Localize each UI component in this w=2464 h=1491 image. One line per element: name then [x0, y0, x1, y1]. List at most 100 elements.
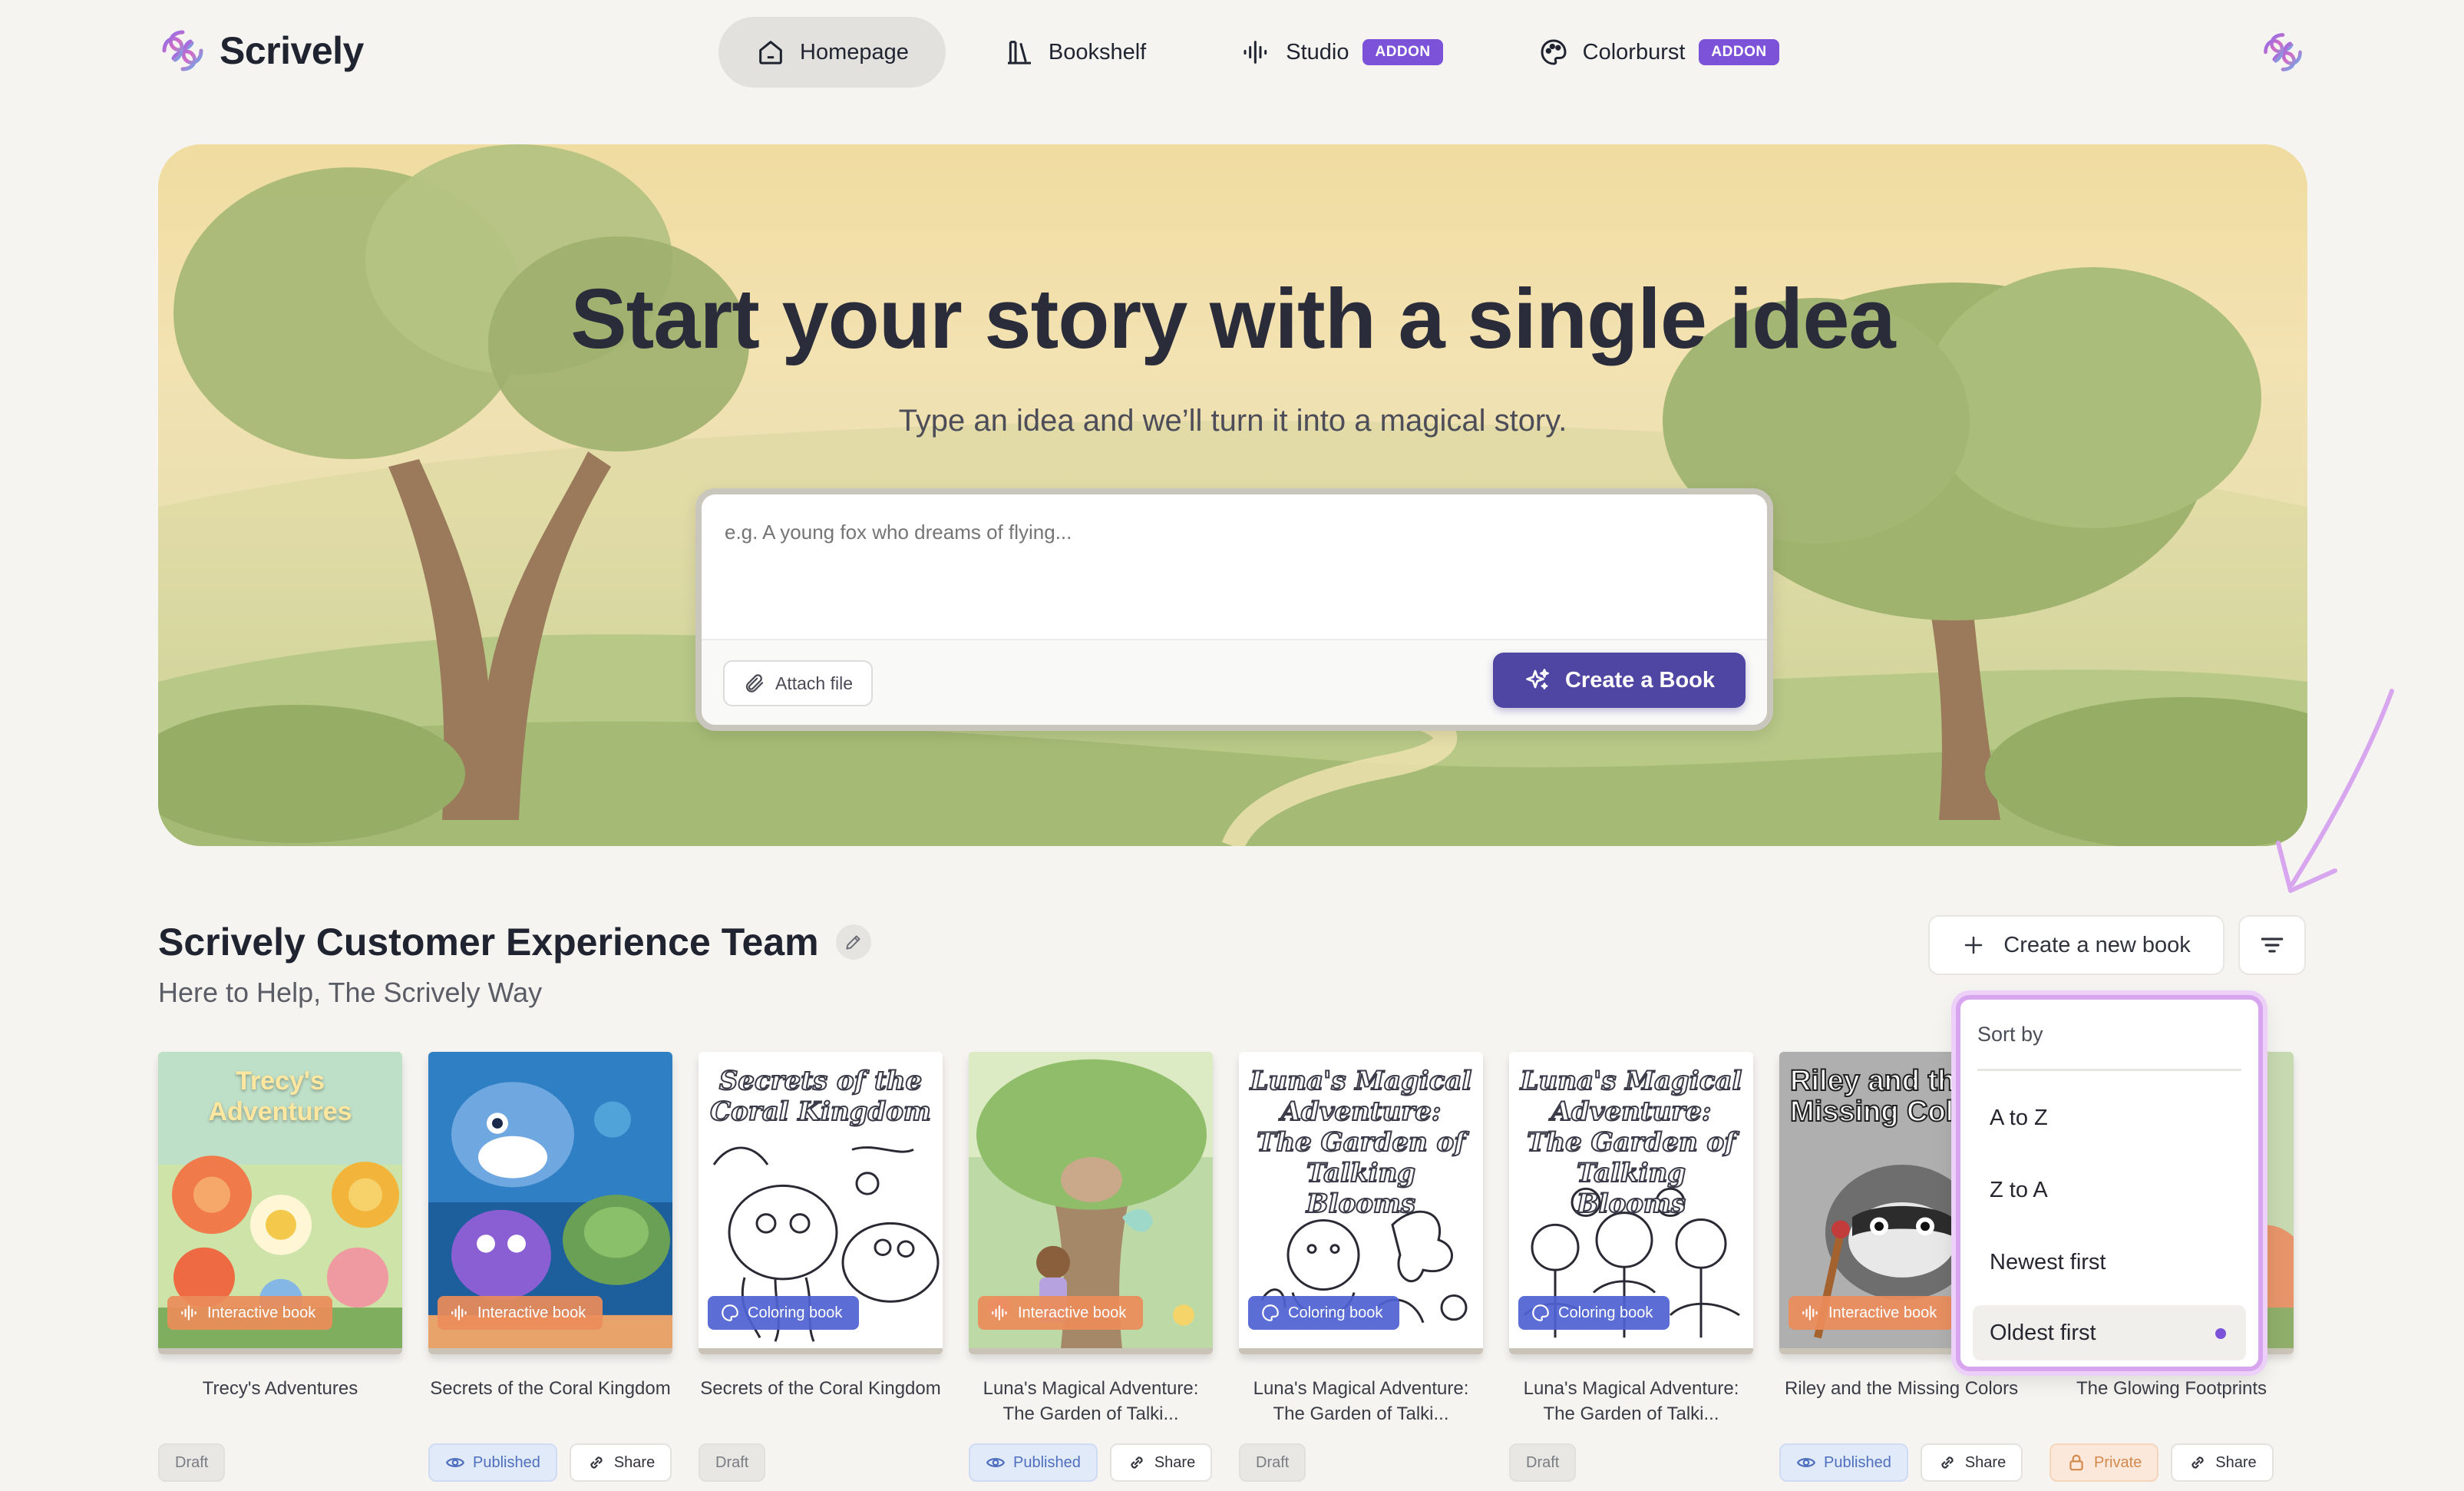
scrively-mark-icon[interactable]: [2260, 29, 2306, 75]
status-badge-published[interactable]: Published: [1779, 1443, 1908, 1482]
share-button[interactable]: Share: [1920, 1443, 2023, 1482]
eye-icon: [1796, 1458, 1816, 1467]
nav-homepage[interactable]: Homepage: [718, 17, 946, 88]
book-type-badge: Coloring book: [708, 1296, 860, 1330]
book-title: Luna's Magical Adventure: The Garden of …: [1523, 1378, 1739, 1424]
sparkles-icon: [1526, 669, 1549, 689]
book-actions: Draft: [1239, 1443, 1483, 1482]
cover-title: Secrets of the Coral Kingdom: [709, 1065, 932, 1128]
team-name: Scrively Customer Experience Team: [158, 921, 819, 964]
sort-option-label: Newest first: [1990, 1249, 2106, 1274]
create-new-book-button[interactable]: Create a new book: [1928, 915, 2225, 975]
book-title: Luna's Magical Adventure: The Garden of …: [1253, 1378, 1469, 1424]
sort-filter-button[interactable]: [2238, 915, 2306, 975]
book-card[interactable]: Secrets of the Coral Kingdom Coloring bo…: [699, 1052, 943, 1482]
create-new-book-label: Create a new book: [2003, 932, 2191, 957]
status-badge-draft: Draft: [158, 1443, 226, 1482]
prompt-footer: Attach file Create a Book: [702, 639, 1767, 725]
colorburst-addon-badge: ADDON: [1699, 39, 1779, 65]
book-title: The Glowing Footprints: [2076, 1378, 2267, 1399]
book-card[interactable]: Trecy's Adventures Interactive book Trec…: [158, 1052, 402, 1482]
story-idea-input[interactable]: [702, 494, 1767, 639]
share-button[interactable]: Share: [1109, 1443, 1213, 1482]
hero-subtitle: Type an idea and we’ll turn it into a ma…: [898, 404, 1567, 438]
share-label: Share: [2215, 1453, 2257, 1471]
book-card[interactable]: Interactive book Secrets of the Coral Ki…: [428, 1052, 672, 1482]
sort-option-oldest-first[interactable]: Oldest first: [1973, 1305, 2246, 1360]
status-badge-published[interactable]: Published: [969, 1443, 1098, 1482]
nav-colorburst[interactable]: Colorburst ADDON: [1501, 17, 1816, 88]
bookshelf-icon: [1007, 41, 1031, 64]
book-cover[interactable]: Secrets of the Coral Kingdom Coloring bo…: [699, 1052, 943, 1354]
book-actions: Published Share: [428, 1443, 672, 1482]
sort-option-label: Z to A: [1990, 1177, 2048, 1202]
cover-title: Luna's Magical Adventure: The Garden of …: [1520, 1065, 1743, 1220]
link-icon: [1131, 1456, 1143, 1469]
book-type-label: Interactive book: [1828, 1304, 1937, 1321]
story-prompt-box: Attach file Create a Book: [695, 488, 1773, 731]
status-label: Draft: [1256, 1453, 1290, 1471]
book-cover[interactable]: Interactive book: [428, 1052, 672, 1354]
create-book-label: Create a Book: [1564, 667, 1715, 693]
book-cover[interactable]: Luna's Magical Adventure: The Garden of …: [1509, 1052, 1753, 1354]
studio-addon-badge: ADDON: [1362, 39, 1443, 65]
team-title: Scrively Customer Experience Team: [158, 920, 871, 964]
create-book-button[interactable]: Create a Book: [1492, 653, 1746, 708]
nav-homepage-label: Homepage: [800, 39, 909, 64]
book-actions: Published Share: [1779, 1443, 2023, 1482]
book-actions: Private Share: [2049, 1443, 2294, 1482]
book-type-badge: Coloring book: [1518, 1296, 1670, 1330]
status-label: Published: [1824, 1453, 1891, 1471]
audio-wave-icon: [181, 1305, 197, 1321]
nav-colorburst-label: Colorburst: [1582, 39, 1686, 64]
sort-menu-divider: [1977, 1069, 2241, 1071]
share-label: Share: [1964, 1453, 2007, 1471]
book-type-label: Interactive book: [207, 1304, 316, 1321]
nav-bookshelf[interactable]: Bookshelf: [967, 17, 1183, 88]
nav-bookshelf-label: Bookshelf: [1048, 39, 1147, 64]
book-title: Trecy's Adventures: [202, 1378, 358, 1399]
book-type-label: Coloring book: [1558, 1304, 1653, 1321]
book-cover[interactable]: Luna's Magical Adventure: The Garden of …: [1239, 1052, 1483, 1354]
book-cover[interactable]: Interactive book: [969, 1052, 1213, 1354]
sort-dropdown-menu: Sort by A to Z Z to A Newest first Oldes…: [1956, 995, 2263, 1371]
book-actions: Draft: [1509, 1443, 1753, 1482]
pencil-icon: [845, 935, 860, 950]
status-badge-draft: Draft: [1239, 1443, 1306, 1482]
audio-wave-icon: [1244, 41, 1267, 64]
team-subtitle: Here to Help, The Scrively Way: [158, 977, 543, 1008]
status-badge-published[interactable]: Published: [428, 1443, 557, 1482]
book-actions: Draft: [158, 1443, 402, 1482]
status-badge-draft: Draft: [699, 1443, 766, 1482]
edit-team-button[interactable]: [835, 924, 871, 960]
book-title: Secrets of the Coral Kingdom: [430, 1378, 671, 1399]
hero-title: Start your story with a single idea: [570, 272, 1895, 366]
brand[interactable]: Scrively: [158, 26, 364, 75]
status-label: Private: [2094, 1453, 2142, 1471]
book-card[interactable]: Luna's Magical Adventure: The Garden of …: [1239, 1052, 1483, 1482]
sort-option-z-to-a[interactable]: Z to A: [1973, 1162, 2246, 1218]
share-button[interactable]: Share: [2171, 1443, 2274, 1482]
book-card[interactable]: Luna's Magical Adventure: The Garden of …: [1509, 1052, 1753, 1482]
palette-icon: [1532, 1304, 1549, 1321]
book-card[interactable]: Interactive book Luna's Magical Adventur…: [969, 1052, 1213, 1482]
palette-icon: [722, 1304, 738, 1321]
share-button[interactable]: Share: [569, 1443, 672, 1482]
sort-option-label: Oldest first: [1990, 1320, 2096, 1345]
status-badge-private[interactable]: Private: [2049, 1443, 2159, 1482]
book-title: Luna's Magical Adventure: The Garden of …: [983, 1378, 1199, 1424]
status-label: Draft: [1526, 1453, 1560, 1471]
link-icon: [590, 1456, 603, 1469]
sort-option-newest-first[interactable]: Newest first: [1973, 1235, 2246, 1290]
book-title: Riley and the Missing Colors: [1784, 1378, 2019, 1399]
annotation-arrow: [2276, 689, 2394, 893]
attach-file-button[interactable]: Attach file: [723, 660, 873, 706]
sort-option-a-to-z[interactable]: A to Z: [1973, 1090, 2246, 1146]
book-type-badge: Interactive book: [1789, 1296, 1954, 1330]
paperclip-icon: [745, 674, 764, 693]
book-cover[interactable]: Trecy's Adventures Interactive book: [158, 1052, 402, 1354]
eye-icon: [445, 1458, 465, 1467]
book-type-badge: Interactive book: [438, 1296, 603, 1330]
share-label: Share: [1154, 1453, 1196, 1471]
nav-studio[interactable]: Studio ADDON: [1204, 17, 1479, 88]
